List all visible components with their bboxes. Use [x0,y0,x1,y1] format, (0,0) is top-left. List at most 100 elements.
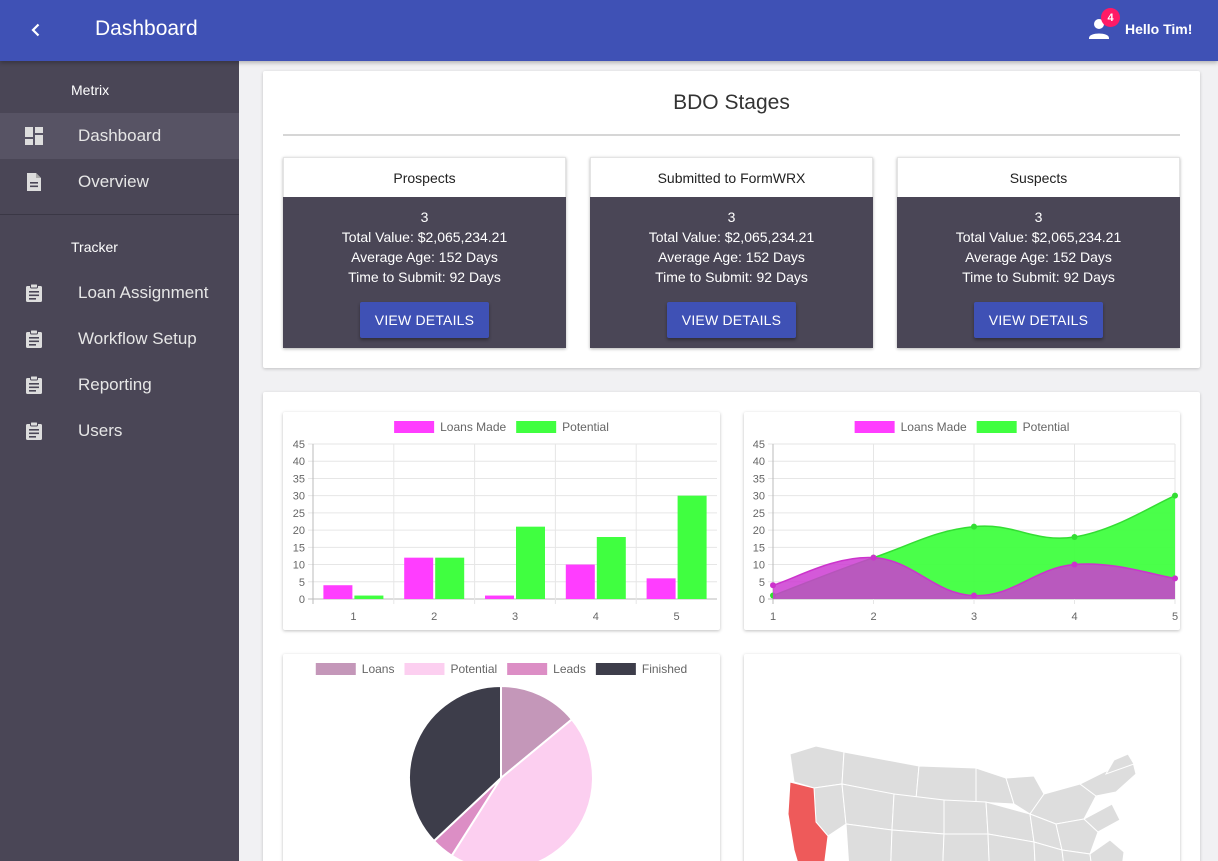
stage-count: 3 [420,209,429,225]
legend-label: Loans Made [440,420,506,434]
stage-average-age: Average Age: 152 Days [351,249,498,265]
y-tick-label: 25 [293,508,305,520]
bar [596,537,626,599]
map-state [1089,839,1125,861]
back-button[interactable] [22,16,50,44]
map-card [744,654,1180,861]
data-point [870,554,877,561]
sidebar-item-workflow-setup[interactable]: Workflow Setup [0,316,239,362]
x-tick-label: 2 [870,611,876,623]
map-state [915,765,977,803]
stage-total-value: Total Value: $2,065,234.21 [648,229,815,245]
legend-label: Potential [562,420,609,434]
x-tick-label: 1 [770,611,776,623]
stage-count: 3 [727,209,736,225]
sidebar-item-label: Reporting [78,375,152,394]
map-state [943,799,989,835]
x-tick-label: 4 [1071,611,1077,623]
bar-chart-card: Loans Made Potential 0 5 10 15 20 25 30 35 40 45 1 2 3… [283,412,720,630]
x-tick-label: 3 [512,611,518,623]
legend-label: Potential [450,662,497,676]
bar [516,526,545,599]
stage-name: Prospects [283,157,566,197]
x-tick-label: 5 [674,611,680,623]
sidebar-item-dashboard[interactable]: Dashboard [0,113,239,159]
stage-average-age: Average Age: 152 Days [965,249,1112,265]
bdo-stages-title: BDO Stages [673,91,790,114]
y-tick-label: 40 [753,456,765,468]
stage-card-prospects: Prospects 3 Total Value: $2,065,234.21 A… [283,157,566,348]
bar [565,564,595,599]
data-point [1172,492,1178,499]
view-details-button[interactable]: VIEW DETAILS [360,302,489,338]
pie-chart-card: Loans Potential Leads Finished [283,654,720,861]
sidebar-item-users[interactable]: Users [0,408,239,454]
sidebar-item-label: Dashboard [78,126,162,145]
sidebar-item-label: Loan Assignment [78,283,209,302]
bar [435,557,465,599]
sidebar-section-tracker: Tracker [71,239,118,255]
legend-swatch [404,663,445,675]
view-details-button[interactable]: VIEW DETAILS [667,302,796,338]
stage-average-age: Average Age: 152 Days [658,249,805,265]
stage-time-to-submit: Time to Submit: 92 Days [962,269,1115,285]
x-tick-label: 1 [350,611,356,623]
sidebar-item-reporting[interactable]: Reporting [0,362,239,408]
bar-chart: Loans Made Potential0510152025303540451 2 3… [293,420,717,623]
y-tick-label: 10 [753,560,765,572]
bar [404,557,434,599]
data-point [971,523,977,530]
y-tick-label: 30 [293,491,305,503]
sidebar-item-loan-assignment[interactable]: Loan Assignment [0,270,239,316]
map-state [942,833,990,861]
bar [677,495,707,599]
bar [354,595,384,599]
document-icon [27,173,41,191]
bdo-stages-card: BDO Stages Prospects 3 Total Value: $2,0… [263,71,1200,368]
legend-swatch [315,663,356,675]
stage-name: Submitted to FormWRX [590,157,873,197]
y-tick-label: 25 [753,508,765,520]
legend-swatch [854,421,895,433]
stage-card-submitted-to-formwrx: Submitted to FormWRX 3 Total Value: $2,0… [590,157,873,348]
sidebar-item-overview[interactable]: Overview [0,159,239,205]
y-tick-label: 35 [753,473,765,485]
stage-count: 3 [1034,209,1043,225]
legend-swatch [595,663,636,675]
bar [323,585,353,599]
sidebar-item-label: Workflow Setup [78,329,197,348]
y-tick-label: 5 [299,577,305,589]
legend-swatch [394,421,435,433]
y-tick-label: 45 [753,439,765,451]
sidebar-section-metrix: Metrix [71,82,110,98]
y-tick-label: 5 [759,577,765,589]
clipboard-icon [26,375,42,394]
top-app-bar: Dashboard 4 Hello Tim! [0,0,1218,61]
user-greeting: Hello Tim! [1125,21,1193,37]
y-tick-label: 10 [293,560,305,572]
stage-total-value: Total Value: $2,065,234.21 [341,229,508,245]
data-point [1172,575,1178,582]
legend-swatch [516,421,557,433]
stage-time-to-submit: Time to Submit: 92 Days [348,269,501,285]
pie-chart: Loans Potential Leads Finished [315,662,687,861]
legend-label: Finished [642,662,687,676]
legend-swatch [507,663,548,675]
data-point [1071,534,1078,540]
chevron-left-icon [31,23,40,37]
map-state [890,829,945,861]
y-tick-label: 20 [753,525,765,537]
stage-card-suspects: Suspects 3 Total Value: $2,065,234.21 Av… [897,157,1180,348]
y-tick-label: 40 [293,456,305,468]
sidebar-divider [0,214,239,215]
y-tick-label: 30 [753,491,765,503]
sidebar-item-label: Overview [78,172,149,191]
clipboard-icon [26,283,42,302]
legend-swatch [976,421,1017,433]
us-map [787,745,1137,861]
legend-label: Leads [553,662,586,676]
bar [646,578,676,599]
x-tick-label: 4 [593,611,599,623]
view-details-button[interactable]: VIEW DETAILS [974,302,1103,338]
y-tick-label: 35 [293,473,305,485]
